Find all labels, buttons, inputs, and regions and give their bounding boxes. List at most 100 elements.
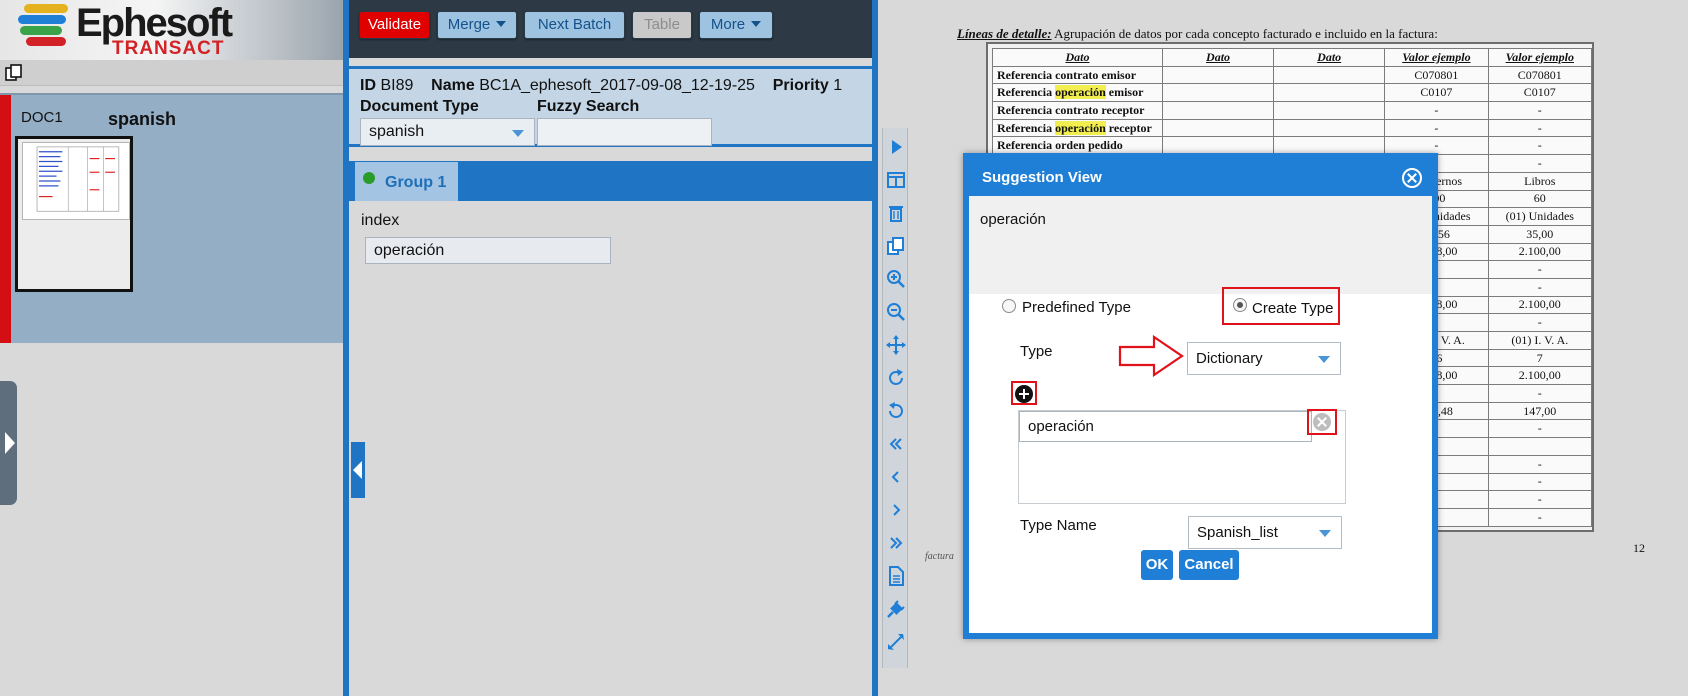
table-cell: - [1487,454,1593,474]
document-type-label: spanish [108,109,177,129]
play-icon[interactable] [885,136,907,158]
table-cell: - [1487,419,1593,439]
table-header-cell: Valor ejemplo [1384,48,1489,67]
image-tools-bar [882,128,908,668]
prev-page-icon[interactable] [885,466,907,488]
index-field-input[interactable]: operación [365,237,611,264]
plugin-icon[interactable] [885,598,907,620]
predefined-type-radio[interactable] [1002,299,1016,313]
merge-button-label: Merge [447,16,491,33]
dialog-title: Suggestion View [982,169,1102,186]
document-heading-emphasis: Líneas de detalle: [957,26,1052,41]
status-dot-icon [363,172,375,184]
close-icon[interactable] [1402,168,1422,188]
table-cell: 7 [1487,348,1593,368]
highlighted-word: operación [1055,120,1106,135]
document-type-value: spanish [369,123,425,140]
priority-label: Priority [772,77,829,94]
table-cell: - [1487,490,1593,509]
table-cell: (01) Unidades [1487,207,1593,226]
trash-icon[interactable] [885,202,907,224]
create-type-radio[interactable] [1233,298,1247,312]
document-footer: factura [925,551,954,562]
more-button[interactable]: More [699,11,773,39]
predefined-type-label: Predefined Type [1022,299,1131,316]
table-cell: - [1487,313,1593,332]
arrow-right-icon [1118,335,1184,377]
table-cell: C070801 [1487,65,1593,85]
table-cell: Referencia orden pedido [992,136,1163,156]
add-entry-icon[interactable] [1015,385,1033,403]
table-cell [1161,83,1275,103]
batch-id-label: ID [360,77,376,94]
validate-button[interactable]: Validate [359,11,430,39]
table-header-row: Dato Dato Dato Valor ejemplo Valor ejemplo [992,48,1593,67]
more-button-label: More [710,16,746,33]
document-actions-bar [0,60,343,86]
group-tab-bar: Group 1 [349,161,872,201]
document-id: DOC1 [21,109,63,126]
table-cell: - [1487,154,1593,173]
fullscreen-icon[interactable] [885,631,907,653]
table-cell: Referencia operación receptor [992,118,1163,138]
dialog-header: Suggestion View [969,159,1432,196]
highlighted-word: operación [1055,85,1106,100]
document-icon[interactable] [885,565,907,587]
page-thumbnail[interactable] [15,136,133,292]
table-cell: - [1487,101,1593,120]
table-cell: - [1384,101,1489,120]
logo-subtitle: TRANSACT [112,38,225,59]
batch-id-value: BI89 [380,77,414,94]
zoom-in-icon[interactable] [885,268,907,290]
table-cell: - [1384,118,1489,138]
create-type-label: Create Type [1252,300,1334,317]
table-cell: 2.100,00 [1487,295,1593,315]
zoom-out-icon[interactable] [885,301,907,323]
next-page-icon[interactable] [885,499,907,521]
fuzzy-search-input[interactable] [537,118,712,146]
tab-group-1[interactable]: Group 1 [355,162,458,201]
merge-button[interactable]: Merge [437,11,517,39]
group-tab-label: Group 1 [385,174,447,191]
cancel-button[interactable]: Cancel [1179,550,1239,580]
suggested-text: operación [980,211,1046,228]
table-cell [1273,83,1386,103]
ok-button[interactable]: OK [1141,550,1173,580]
thumbnail-page [22,142,130,220]
page-number: 12 [1633,541,1645,555]
document-type-select[interactable]: spanish [360,118,535,146]
batch-name-label: Name [431,77,475,94]
table-button[interactable]: Table [632,11,692,39]
remove-entry-icon[interactable] [1313,413,1331,431]
table-cell: 60 [1487,189,1593,209]
table-header-cell: Dato [992,48,1163,67]
type-select[interactable]: Dictionary [1187,342,1341,375]
document-type-field-label: Document Type [360,98,479,115]
split-view-icon[interactable] [885,169,907,191]
expand-panel-handle[interactable] [0,381,17,505]
last-page-icon[interactable] [885,532,907,554]
dictionary-entry-input[interactable]: operación [1019,411,1312,442]
next-batch-button[interactable]: Next Batch [524,11,625,39]
table-cell: C070801 [1384,65,1489,85]
move-icon[interactable] [885,334,907,356]
table-cell: - [1384,136,1489,156]
document-item[interactable]: DOC1 spanish [0,93,343,343]
table-cell: 147,00 [1487,401,1593,421]
rotate-ccw-icon[interactable] [885,400,907,422]
table-cell: - [1487,118,1593,138]
table-cell [1161,136,1275,156]
first-page-icon[interactable] [885,433,907,455]
table-cell: 35,00 [1487,224,1593,244]
copy-icon[interactable] [885,235,907,257]
rotate-cw-icon[interactable] [885,367,907,389]
table-cell: Referencia contrato receptor [992,101,1163,120]
table-cell: - [1487,507,1593,527]
copy-icon[interactable] [4,63,24,83]
batch-info-row: ID BI89 Name BC1A_ephesoft_2017-09-08_12… [360,77,842,95]
batch-info: ID BI89 Name BC1A_ephesoft_2017-09-08_12… [349,66,872,147]
collapse-panel-handle[interactable] [351,442,365,498]
table-cell: - [1487,260,1593,279]
priority-value: 1 [833,77,843,94]
type-name-select[interactable]: Spanish_list [1188,516,1342,549]
